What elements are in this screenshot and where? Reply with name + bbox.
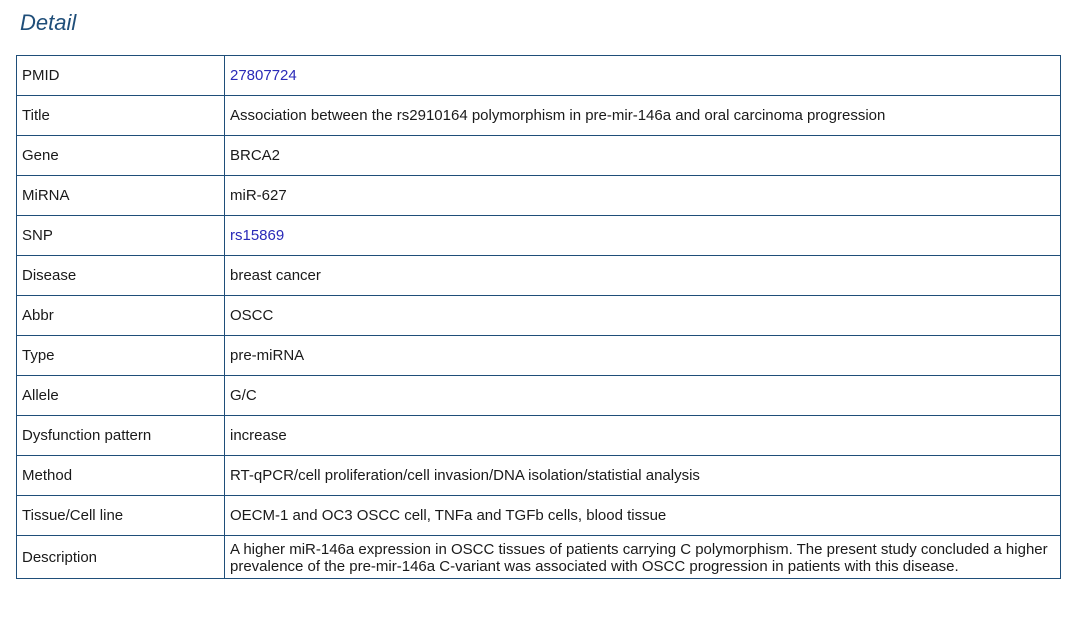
table-row-abbr: Abbr OSCC [16, 295, 1061, 336]
gene-value: BRCA2 [224, 135, 1061, 176]
allele-value: G/C [224, 375, 1061, 416]
table-row-mirna: MiRNA miR-627 [16, 175, 1061, 216]
abbr-label: Abbr [16, 295, 225, 336]
table-row-type: Type pre-miRNA [16, 335, 1061, 376]
pmid-link[interactable]: 27807724 [230, 67, 297, 84]
disease-value: breast cancer [224, 255, 1061, 296]
type-value: pre-miRNA [224, 335, 1061, 376]
disease-label: Disease [16, 255, 225, 296]
page-title: Detail [20, 10, 77, 35]
snp-value-cell: rs15869 [224, 215, 1061, 256]
abbr-value: OSCC [224, 295, 1061, 336]
table-row-description: Description A higher miR-146a expression… [16, 535, 1061, 579]
table-row-method: Method RT-qPCR/cell proliferation/cell i… [16, 455, 1061, 496]
tissue-cell-line-value: OECM-1 and OC3 OSCC cell, TNFa and TGFb … [224, 495, 1061, 536]
gene-label: Gene [16, 135, 225, 176]
mirna-value: miR-627 [224, 175, 1061, 216]
snp-label: SNP [16, 215, 225, 256]
table-row-disease: Disease breast cancer [16, 255, 1061, 296]
allele-label: Allele [16, 375, 225, 416]
pmid-label: PMID [16, 55, 225, 96]
description-label: Description [16, 535, 225, 579]
tissue-cell-line-label: Tissue/Cell line [16, 495, 225, 536]
snp-link[interactable]: rs15869 [230, 227, 284, 244]
title-label: Title [16, 95, 225, 136]
table-row-pmid: PMID 27807724 [16, 55, 1061, 96]
title-value: Association between the rs2910164 polymo… [224, 95, 1061, 136]
pmid-value-cell: 27807724 [224, 55, 1061, 96]
table-row-tissue-cell-line: Tissue/Cell line OECM-1 and OC3 OSCC cel… [16, 495, 1061, 536]
dysfunction-pattern-label: Dysfunction pattern [16, 415, 225, 456]
description-value: A higher miR-146a expression in OSCC tis… [224, 535, 1061, 579]
type-label: Type [16, 335, 225, 376]
table-row-gene: Gene BRCA2 [16, 135, 1061, 176]
table-row-allele: Allele G/C [16, 375, 1061, 416]
dysfunction-pattern-value: increase [224, 415, 1061, 456]
table-row-title: Title Association between the rs2910164 … [16, 95, 1061, 136]
mirna-label: MiRNA [16, 175, 225, 216]
table-row-snp: SNP rs15869 [16, 215, 1061, 256]
method-value: RT-qPCR/cell proliferation/cell invasion… [224, 455, 1061, 496]
detail-table: PMID 27807724 Title Association between … [16, 55, 1061, 579]
method-label: Method [16, 455, 225, 496]
table-row-dysfunction-pattern: Dysfunction pattern increase [16, 415, 1061, 456]
